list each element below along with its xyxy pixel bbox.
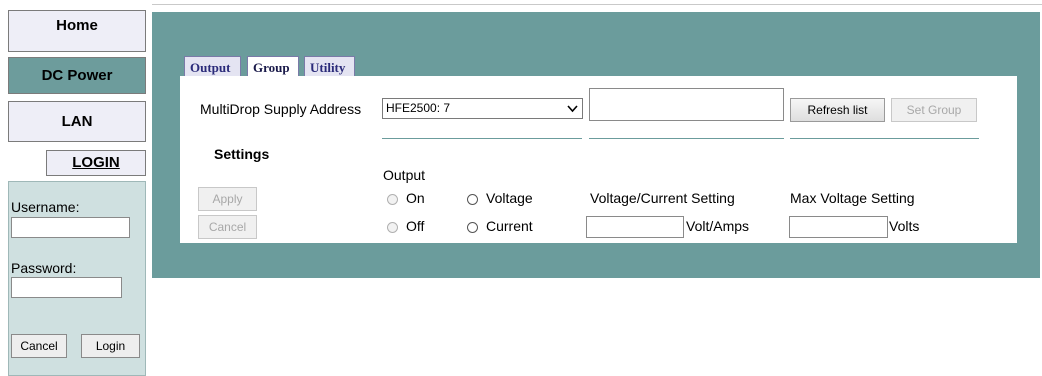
chevron-down-icon — [567, 99, 578, 124]
supply-address-label: MultiDrop Supply Address — [200, 101, 362, 117]
divider — [589, 138, 784, 139]
tab-utility[interactable]: Utility — [304, 56, 355, 78]
group-tab-content: MultiDrop Supply Address HFE2500: 7 Refr… — [180, 76, 1017, 243]
nav-dc-power-button[interactable]: DC Power — [8, 57, 146, 94]
voltage-radio[interactable] — [467, 194, 478, 205]
volts-unit: Volts — [889, 218, 920, 234]
username-input[interactable] — [11, 217, 130, 238]
login-cancel-button[interactable]: Cancel — [11, 334, 67, 358]
supply-address-value: HFE2500: 7 — [386, 101, 451, 115]
voltage-current-setting-label: Voltage/Current Setting — [590, 190, 735, 206]
password-input[interactable] — [11, 277, 122, 298]
username-label: Username: — [11, 199, 80, 215]
voltage-label: Voltage — [486, 190, 533, 206]
login-submit-button[interactable]: Login — [81, 334, 140, 358]
output-on-radio[interactable] — [387, 194, 398, 205]
divider — [790, 138, 979, 139]
set-group-button[interactable]: Set Group — [891, 98, 977, 122]
supply-address-select[interactable]: HFE2500: 7 — [382, 98, 583, 119]
output-heading: Output — [383, 167, 426, 183]
tab-output[interactable]: Output — [184, 56, 241, 78]
current-label: Current — [486, 218, 533, 234]
settings-cancel-button[interactable]: Cancel — [198, 215, 257, 239]
divider — [382, 138, 582, 139]
dc-power-panel: Output Group Utility MultiDrop Supply Ad… — [152, 12, 1040, 278]
nav-home-button[interactable]: Home — [8, 10, 146, 52]
output-on-label: On — [406, 190, 425, 206]
output-off-radio[interactable] — [387, 222, 398, 233]
output-off-label: Off — [406, 218, 425, 234]
max-voltage-input[interactable] — [789, 216, 888, 238]
current-radio[interactable] — [467, 222, 478, 233]
apply-button[interactable]: Apply — [198, 187, 257, 211]
volt-amps-unit: Volt/Amps — [686, 218, 750, 234]
settings-heading: Settings — [214, 146, 270, 162]
voltage-current-input[interactable] — [586, 216, 684, 238]
login-link[interactable]: LOGIN — [46, 150, 146, 176]
top-divider — [152, 4, 1042, 5]
max-voltage-label: Max Voltage Setting — [790, 190, 915, 206]
nav-lan-button[interactable]: LAN — [8, 101, 146, 142]
password-label: Password: — [11, 260, 77, 276]
login-panel: Username: Password: Cancel Login — [8, 181, 146, 376]
refresh-list-button[interactable]: Refresh list — [790, 98, 885, 122]
supply-address-field[interactable] — [589, 88, 784, 121]
